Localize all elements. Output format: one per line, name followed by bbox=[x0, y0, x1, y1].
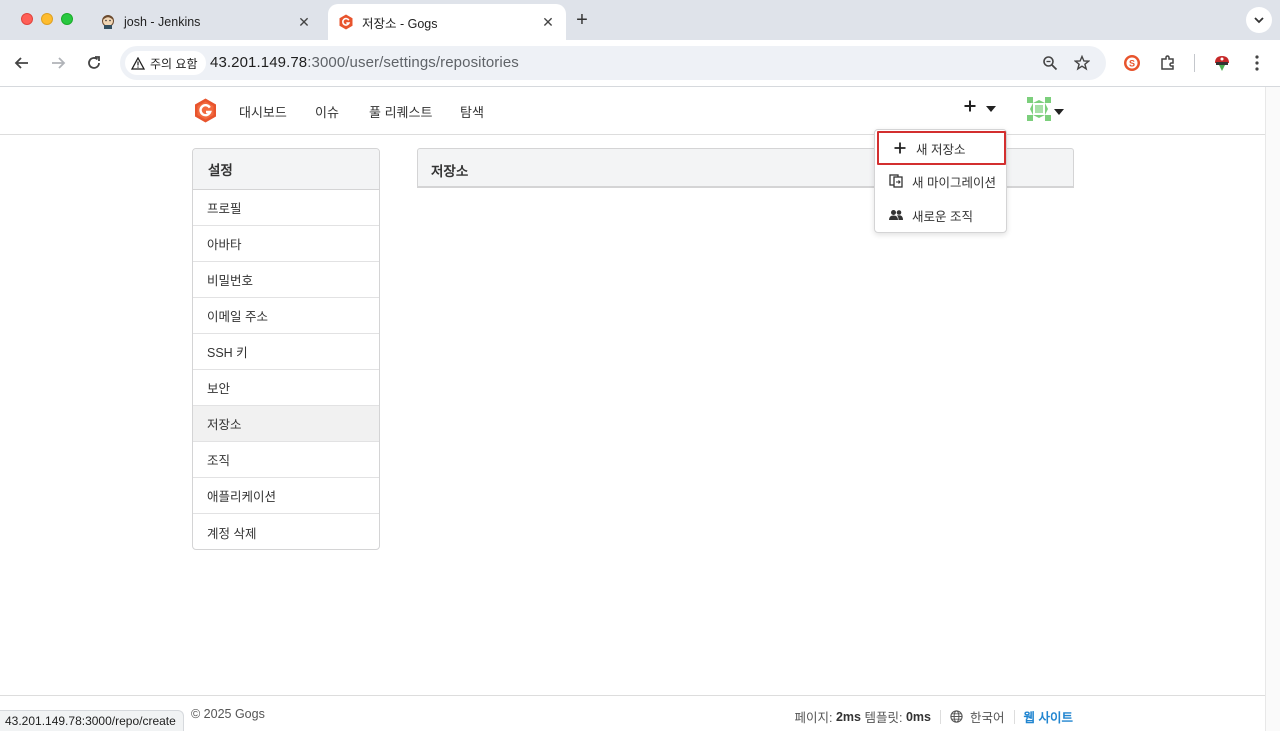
sidebar-title: 설정 bbox=[193, 149, 379, 190]
tab-jenkins[interactable]: josh - Jenkins ✕ bbox=[92, 4, 322, 40]
website-link[interactable]: 웹 사이트 bbox=[1024, 707, 1073, 726]
footer-divider bbox=[940, 709, 941, 724]
page-time-value: 2ms bbox=[835, 709, 862, 724]
sidebar-item-avatar[interactable]: 아바타 bbox=[193, 226, 379, 262]
sidebar-item-applications[interactable]: 애플리케이션 bbox=[193, 478, 379, 514]
tab-close-icon[interactable]: ✕ bbox=[294, 12, 314, 32]
browser-menu-icon[interactable] bbox=[1245, 51, 1269, 75]
url-path: :3000/user/settings/repositories bbox=[307, 54, 519, 71]
forward-arrow-icon[interactable] bbox=[46, 51, 70, 75]
gogs-navbar: 대시보드 이슈 풀 리퀘스트 탐색 bbox=[0, 87, 1265, 135]
security-label: 주의 요함 bbox=[150, 56, 198, 71]
migration-icon bbox=[889, 174, 903, 188]
gogs-logo-icon[interactable] bbox=[193, 98, 218, 123]
bookmark-star-icon[interactable] bbox=[1072, 53, 1092, 73]
menu-item-label: 새 저장소 bbox=[916, 142, 966, 157]
user-avatar-icon bbox=[1027, 97, 1051, 124]
tab-search-chevron-icon[interactable] bbox=[1246, 7, 1272, 33]
jenkins-icon bbox=[100, 14, 116, 30]
window-close-button[interactable] bbox=[21, 13, 33, 25]
page-title: 저장소 bbox=[431, 164, 469, 179]
link-status-bar: 43.201.149.78:3000/repo/create bbox=[0, 710, 184, 731]
sidebar-item-profile[interactable]: 프로필 bbox=[193, 190, 379, 226]
organization-icon bbox=[889, 208, 903, 222]
sidebar-item-security[interactable]: 보안 bbox=[193, 370, 379, 406]
footer-stats: 페이지: 2ms 템플릿: 0ms 한국어 웹 사이트 bbox=[795, 707, 1073, 726]
browser-toolbar: 주의 요함 43.201.149.78:3000/user/settings/r… bbox=[0, 40, 1280, 87]
menu-item-label: 새로운 조직 bbox=[912, 209, 973, 224]
tab-close-icon[interactable]: ✕ bbox=[538, 12, 558, 32]
tab-title: 저장소 - Gogs bbox=[362, 16, 438, 31]
language-selector[interactable]: 한국어 bbox=[970, 707, 1005, 726]
footer-copyright: © 2025 Gogs bbox=[191, 707, 265, 721]
zoom-magnifier-icon[interactable] bbox=[1040, 53, 1060, 73]
menu-item-new-repository[interactable]: 새 저장소 bbox=[877, 131, 1006, 165]
sidebar-item-ssh-keys[interactable]: SSH 키 bbox=[193, 334, 379, 370]
tab-title: josh - Jenkins bbox=[124, 15, 201, 29]
sidebar-item-organizations[interactable]: 조직 bbox=[193, 442, 379, 478]
nav-pull-requests[interactable]: 풀 리퀘스트 bbox=[369, 102, 432, 121]
window-zoom-button[interactable] bbox=[61, 13, 73, 25]
nav-issues[interactable]: 이슈 bbox=[315, 102, 339, 121]
settings-sidebar: 설정 프로필 아바타 비밀번호 이메일 주소 SSH 키 보안 저장소 조직 애… bbox=[192, 148, 380, 550]
window-minimize-button[interactable] bbox=[41, 13, 53, 25]
profile-avatar-icon[interactable] bbox=[1210, 51, 1234, 75]
tab-gogs[interactable]: 저장소 - Gogs ✕ bbox=[328, 4, 566, 40]
menu-item-new-organization[interactable]: 새로운 조직 bbox=[875, 198, 1006, 232]
back-arrow-icon[interactable] bbox=[10, 51, 34, 75]
caret-down-icon bbox=[986, 100, 996, 115]
globe-icon bbox=[950, 710, 963, 723]
nav-dashboard[interactable]: 대시보드 bbox=[239, 102, 287, 121]
nav-explore[interactable]: 탐색 bbox=[460, 102, 484, 121]
toolbar-divider bbox=[1194, 54, 1195, 72]
extensions-puzzle-icon[interactable] bbox=[1156, 51, 1180, 75]
sidebar-item-repositories[interactable]: 저장소 bbox=[193, 406, 379, 442]
create-dropdown-menu: 새 저장소 새 마이그레이션 새로운 조직 bbox=[874, 129, 1007, 233]
plus-icon bbox=[893, 141, 907, 155]
new-tab-plus-icon[interactable]: + bbox=[571, 10, 593, 32]
footer-divider bbox=[1013, 709, 1015, 724]
url-host: 43.201.149.78 bbox=[210, 54, 308, 71]
address-bar[interactable]: 주의 요함 43.201.149.78:3000/user/settings/r… bbox=[120, 46, 1106, 80]
sidebar-item-password[interactable]: 비밀번호 bbox=[193, 262, 379, 298]
page-time-label: 페이지: bbox=[794, 711, 833, 725]
sidebar-item-email[interactable]: 이메일 주소 bbox=[193, 298, 379, 334]
page-footer: © 2025 Gogs 페이지: 2ms 템플릿: 0ms 한국어 웹 사이트 bbox=[0, 695, 1265, 731]
sidebar-item-delete-account[interactable]: 계정 삭제 bbox=[193, 514, 379, 549]
gogs-icon bbox=[338, 14, 354, 30]
menu-item-label: 새 마이그레이션 bbox=[912, 175, 996, 190]
caret-down-icon bbox=[1054, 103, 1064, 118]
page-scrollbar[interactable] bbox=[1265, 87, 1280, 731]
reload-icon[interactable] bbox=[82, 51, 106, 75]
security-chip[interactable]: 주의 요함 bbox=[125, 51, 206, 75]
url-text[interactable]: 43.201.149.78:3000/user/settings/reposit… bbox=[210, 54, 519, 71]
create-new-menu[interactable] bbox=[963, 99, 996, 116]
extension-s-icon[interactable]: S bbox=[1120, 51, 1144, 75]
template-time-value: 0ms bbox=[905, 709, 931, 724]
menu-item-new-migration[interactable]: 새 마이그레이션 bbox=[875, 164, 1006, 198]
browser-tab-bar: josh - Jenkins ✕ 저장소 - Gogs ✕ + bbox=[0, 0, 1280, 40]
svg-text:S: S bbox=[1129, 59, 1135, 69]
warning-triangle-icon bbox=[131, 56, 145, 70]
user-avatar-menu[interactable] bbox=[1027, 97, 1064, 124]
template-time-label: 템플릿: bbox=[864, 711, 903, 725]
plus-icon bbox=[963, 99, 977, 116]
